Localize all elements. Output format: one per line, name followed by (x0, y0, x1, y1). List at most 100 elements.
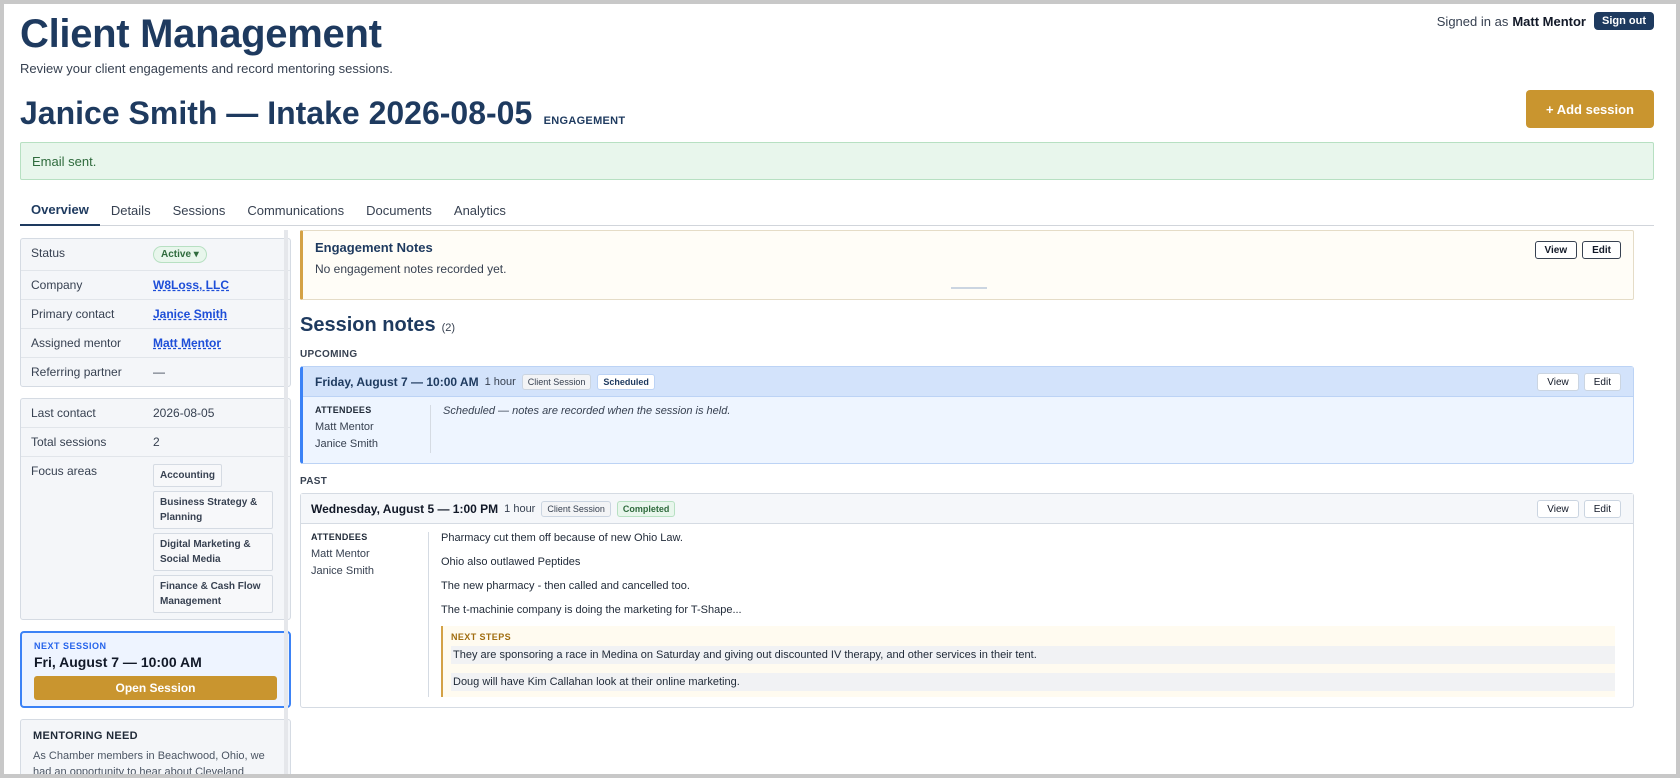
session-duration: 1 hour (504, 502, 536, 515)
attendees: ATTENDEES Matt Mentor Janice Smith (303, 405, 431, 453)
tab-documents[interactable]: Documents (355, 194, 443, 226)
engagement-title: Janice Smith — Intake 2026-08-05 (20, 95, 533, 131)
info-row-assigned-mentor: Assigned mentor Matt Mentor (21, 328, 290, 357)
next-step-item: They are sponsoring a race in Medina on … (451, 646, 1615, 664)
past-session-card: Wednesday, August 5 — 1:00 PM 1 hour Cli… (300, 493, 1634, 708)
session-notes-list: Pharmacy cut them off because of new Ohi… (441, 532, 1633, 697)
page: Signed in as Matt Mentor Sign out Client… (20, 8, 1654, 778)
primary-contact-link[interactable]: Janice Smith (153, 307, 227, 321)
session-type-tag: Client Session (521, 373, 592, 390)
open-session-button[interactable]: Open Session (34, 676, 277, 700)
edit-button[interactable]: Edit (1583, 373, 1621, 391)
session-header: Wednesday, August 5 — 1:00 PM 1 hour Cli… (301, 494, 1633, 524)
signed-in-bar: Signed in as Matt Mentor Sign out (1437, 12, 1654, 30)
scheduled-note: Scheduled — notes are recorded when the … (443, 405, 731, 417)
focus-area-chip: Accounting (153, 464, 222, 487)
engagement-notes-title: Engagement Notes (315, 240, 433, 255)
tab-communications[interactable]: Communications (236, 194, 355, 226)
tab-details[interactable]: Details (100, 194, 162, 226)
session-when: Wednesday, August 5 — 1:00 PM (311, 501, 499, 516)
view-button[interactable]: View (1537, 500, 1579, 518)
main-content: Engagement Notes No engagement notes rec… (300, 230, 1634, 708)
sign-out-button[interactable]: Sign out (1594, 12, 1654, 30)
last-contact-value: 2026-08-05 (153, 406, 215, 420)
alert-banner: Email sent. (20, 142, 1654, 180)
tab-overview[interactable]: Overview (20, 194, 100, 226)
stats-row-total-sessions: Total sessions 2 (21, 427, 290, 456)
sidebar: Status Active ▾ Company W8Loss, LLC Prim… (20, 238, 291, 778)
attendee-name: Janice Smith (315, 438, 378, 450)
next-step-item: Doug will have Kim Callahan look at thei… (451, 673, 1615, 691)
tab-sessions[interactable]: Sessions (162, 194, 237, 226)
next-session-card: NEXT SESSION Fri, August 7 — 10:00 AM Op… (20, 631, 291, 708)
stats-card: Last contact 2026-08-05 Total sessions 2… (20, 398, 291, 620)
session-status-tag: Completed (616, 500, 676, 517)
resize-handle[interactable] (951, 287, 987, 289)
session-note: The new pharmacy - then called and cance… (441, 580, 690, 592)
session-note: Pharmacy cut them off because of new Ohi… (441, 532, 683, 544)
add-session-button[interactable]: + Add session (1526, 90, 1654, 128)
mentoring-need-text: As Chamber members in Beachwood, Ohio, w… (33, 750, 265, 778)
session-notes-header: Session notes (2) (300, 314, 1634, 337)
attendee-name: Matt Mentor (315, 421, 374, 433)
next-session-time: Fri, August 7 — 10:00 AM (34, 654, 202, 670)
stats-key: Total sessions (31, 435, 107, 449)
mentoring-need-title: MENTORING NEED (33, 730, 138, 742)
engagement-header: Janice Smith — Intake 2026-08-05 ENGAGEM… (20, 90, 1654, 132)
signed-in-user: Matt Mentor (1512, 13, 1586, 29)
stats-key: Focus areas (31, 464, 98, 478)
referring-partner-value: — (153, 365, 165, 379)
next-session-label: NEXT SESSION (34, 641, 107, 651)
session-actions: View Edit (1537, 500, 1621, 518)
edit-button[interactable]: Edit (1582, 241, 1621, 259)
tab-bar: Overview Details Sessions Communications… (20, 194, 1654, 226)
session-body: ATTENDEES Matt Mentor Janice Smith Pharm… (301, 524, 1633, 707)
company-link[interactable]: W8Loss, LLC (153, 278, 229, 292)
engagement-badge: ENGAGEMENT (543, 115, 626, 127)
info-row-primary-contact: Primary contact Janice Smith (21, 299, 290, 328)
focus-area-chip: Finance & Cash Flow Management (153, 575, 273, 613)
session-notes-title: Session notes (300, 314, 436, 336)
stats-key: Last contact (31, 406, 96, 420)
session-type-tag: Client Session (541, 500, 611, 517)
info-key: Company (31, 278, 83, 292)
view-button[interactable]: View (1534, 241, 1578, 259)
session-actions: View Edit (1537, 373, 1621, 391)
stats-row-last-contact: Last contact 2026-08-05 (21, 399, 290, 427)
app-title: Client Management (20, 12, 382, 56)
focus-area-chip: Digital Marketing & Social Media (153, 533, 273, 571)
tab-analytics[interactable]: Analytics (443, 194, 517, 226)
total-sessions-value: 2 (153, 435, 160, 449)
attendee-name: Matt Mentor (311, 548, 370, 560)
engagement-notes-actions: View Edit (1534, 241, 1621, 259)
session-body: ATTENDEES Matt Mentor Janice Smith Sched… (303, 397, 1633, 463)
view-button[interactable]: View (1537, 373, 1579, 391)
upcoming-session-card: Friday, August 7 — 10:00 AM 1 hour Clien… (300, 366, 1634, 464)
next-steps-label: NEXT STEPS (451, 632, 512, 642)
assigned-mentor-link[interactable]: Matt Mentor (153, 336, 221, 350)
session-header: Friday, August 7 — 10:00 AM 1 hour Clien… (303, 367, 1633, 397)
column-divider (284, 230, 288, 778)
session-note: Ohio also outlawed Peptides (441, 556, 581, 568)
attendees-label: ATTENDEES (311, 532, 368, 542)
mentoring-need-card: MENTORING NEED As Chamber members in Bea… (20, 719, 291, 778)
edit-button[interactable]: Edit (1583, 500, 1621, 518)
next-steps-block: NEXT STEPS They are sponsoring a race in… (441, 626, 1615, 697)
info-key: Assigned mentor (31, 336, 122, 350)
upcoming-label: UPCOMING (300, 349, 358, 360)
session-duration: 1 hour (484, 375, 516, 388)
session-count: (2) (441, 322, 456, 334)
engagement-notes-text: No engagement notes recorded yet. (315, 262, 507, 276)
session-note: The t-machinie company is doing the mark… (441, 604, 742, 616)
info-row-status: Status Active ▾ (21, 239, 290, 270)
app-subtitle: Review your client engagements and recor… (20, 61, 393, 76)
info-key: Primary contact (31, 307, 115, 321)
attendees: ATTENDEES Matt Mentor Janice Smith (301, 532, 429, 697)
attendee-name: Janice Smith (311, 565, 374, 577)
status-badge[interactable]: Active ▾ (153, 246, 207, 263)
info-card: Status Active ▾ Company W8Loss, LLC Prim… (20, 238, 291, 387)
engagement-notes-card: Engagement Notes No engagement notes rec… (300, 230, 1634, 300)
attendees-label: ATTENDEES (315, 405, 372, 415)
session-when: Friday, August 7 — 10:00 AM (315, 374, 479, 389)
past-label: PAST (300, 476, 328, 487)
